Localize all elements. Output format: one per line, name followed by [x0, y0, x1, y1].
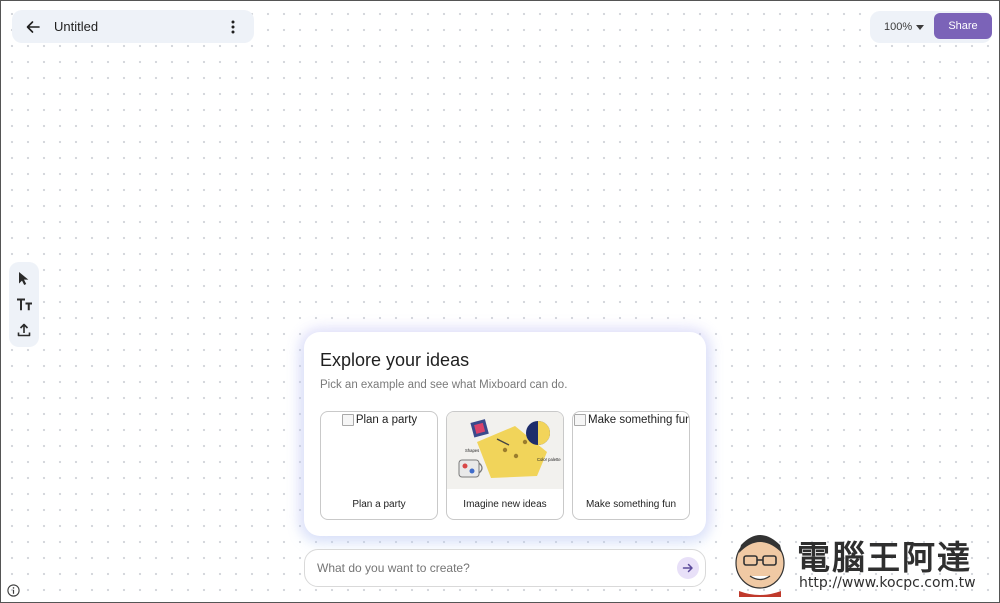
caret-down-icon: [916, 21, 925, 33]
prompt-bar: [304, 549, 706, 587]
top-controls: 100% Share: [870, 11, 992, 43]
info-icon[interactable]: [6, 583, 20, 597]
watermark-text: 電腦王阿達: [797, 538, 972, 577]
example-card-plan-a-party[interactable]: Plan a party Plan a party: [320, 411, 438, 520]
watermark-mascot-icon: [735, 535, 785, 597]
upload-icon[interactable]: [12, 318, 36, 342]
text-icon[interactable]: [12, 292, 36, 316]
example-card-imagine-new-ideas[interactable]: Shapes Color palette Imagine new ideas: [446, 411, 564, 520]
example-label: Imagine new ideas: [463, 499, 547, 510]
document-title[interactable]: Untitled: [54, 19, 222, 34]
example-label: Make something fun: [585, 499, 677, 510]
zoom-label: 100%: [884, 21, 913, 33]
example-label: Plan a party: [352, 499, 406, 510]
zoom-dropdown[interactable]: 100%: [870, 11, 932, 43]
more-vertical-icon[interactable]: [222, 14, 244, 40]
arrow-left-icon[interactable]: [20, 14, 46, 40]
example-image-alt: Plan a party: [355, 414, 418, 426]
cursor-icon[interactable]: [12, 267, 36, 291]
collage-caption-shapes: Shapes: [465, 448, 479, 453]
explore-title: Explore your ideas: [320, 350, 470, 370]
explore-subtitle: Pick an example and see what Mixboard ca…: [320, 379, 568, 391]
watermark-url: http://www.kocpc.com.tw: [799, 575, 976, 591]
document-bar: Untitled: [12, 10, 254, 43]
broken-image-icon: [574, 414, 586, 426]
broken-image-placeholder: Plan a party: [321, 412, 437, 428]
example-image-alt: Make something fun: [588, 414, 690, 426]
arrow-right-icon[interactable]: [677, 557, 699, 579]
broken-image-icon: [341, 414, 354, 426]
collage-caption-color-palette: Color palette: [537, 457, 561, 462]
prompt-input[interactable]: [317, 561, 677, 575]
explore-card: Explore your ideas Pick an example and s…: [304, 332, 706, 536]
tool-palette: [9, 262, 39, 347]
example-collage-image: Shapes Color palette: [447, 412, 563, 489]
broken-image-placeholder: Make something fun: [573, 412, 689, 428]
share-button[interactable]: Share: [934, 13, 992, 39]
example-card-make-something-fun[interactable]: Make something fun Make something fun: [572, 411, 690, 520]
watermark: 電腦王阿達 http://www.kocpc.com.tw: [729, 523, 997, 599]
